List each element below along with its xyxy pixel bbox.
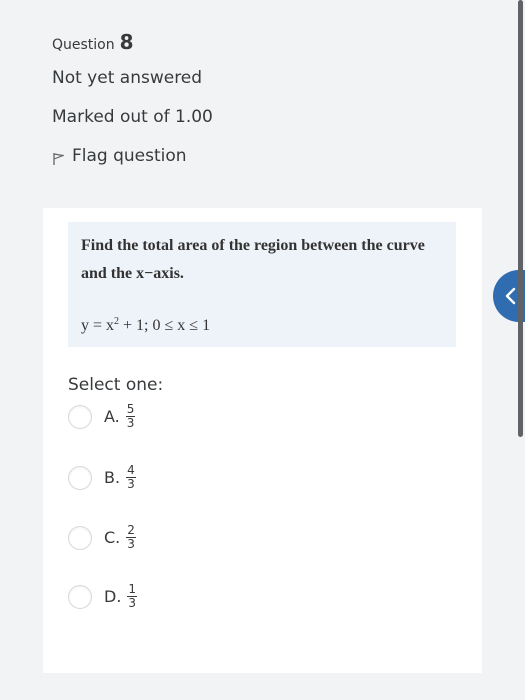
fraction-denominator: 3: [127, 537, 135, 551]
question-equation: y = x2 + 1; 0 ≤ x ≤ 1: [81, 316, 210, 335]
option-letter: C.: [104, 528, 121, 547]
fraction: 4 3: [126, 464, 136, 491]
select-one-prompt: Select one:: [68, 375, 164, 395]
equation-rhs: + 1; 0 ≤ x ≤ 1: [119, 317, 211, 334]
flag-icon: [52, 151, 66, 165]
fraction-denominator: 3: [128, 596, 137, 610]
fraction-numerator: 5: [125, 402, 136, 417]
scrollbar[interactable]: [518, 0, 523, 437]
question-card: Find the total area of the region betwee…: [43, 208, 482, 673]
question-grade: Marked out of 1.00: [52, 107, 213, 127]
fraction: 5 3: [125, 402, 136, 430]
question-label: Question: [52, 37, 115, 53]
equation-lhs: y = x: [81, 317, 115, 334]
answer-option-d[interactable]: D. 1 3: [68, 582, 138, 610]
flag-question-link[interactable]: Flag question: [52, 146, 187, 166]
question-state: Not yet answered: [52, 68, 203, 88]
fraction-denominator: 3: [127, 477, 135, 491]
answer-option-c[interactable]: C. 2 3: [68, 524, 136, 551]
answer-option-b[interactable]: B. 4 3: [68, 464, 136, 491]
fraction-numerator: 4: [126, 463, 136, 478]
option-letter: A.: [104, 407, 120, 426]
chevron-left-icon: [505, 287, 516, 305]
question-info: Question 8 Not yet answered Marked out o…: [52, 30, 213, 166]
option-letter: D.: [104, 587, 122, 606]
radio-button-d[interactable]: [68, 584, 92, 609]
flag-question-label: Flag question: [72, 146, 187, 166]
fraction-numerator: 2: [126, 523, 136, 538]
radio-button-c[interactable]: [68, 525, 92, 550]
fraction: 2 3: [126, 524, 136, 551]
fraction-numerator: 1: [127, 582, 138, 597]
radio-button-b[interactable]: [68, 465, 92, 490]
option-letter: B.: [104, 468, 121, 487]
question-text-box: Find the total area of the region betwee…: [68, 222, 456, 347]
fraction: 1 3: [127, 582, 138, 610]
question-number-value: 8: [119, 30, 134, 54]
question-text: Find the total area of the region betwee…: [81, 237, 425, 282]
answer-option-a[interactable]: A. 5 3: [68, 402, 136, 430]
question-number: Question 8: [52, 30, 134, 54]
radio-button-a[interactable]: [68, 404, 92, 429]
fraction-denominator: 3: [126, 416, 135, 430]
